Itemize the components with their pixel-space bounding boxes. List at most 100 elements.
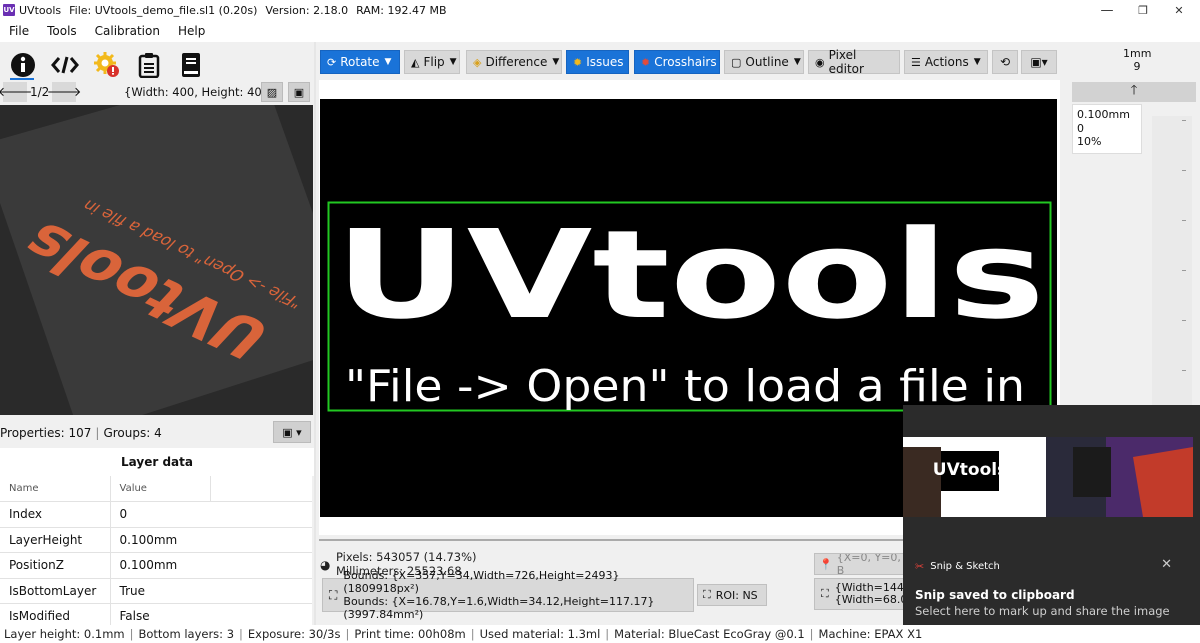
thumbnail-nav: 🡐 1/2 🡒 {Width: 400, Height: 400} ▨ ▣ [0, 80, 314, 104]
row-value: 0.100mm [110, 527, 312, 553]
arrow-right-icon: 🡒 [46, 85, 82, 100]
layer-toolbar: ⟳ Rotate ▼ ◭ Flip ▼ ◈ Difference ▼ ✹ Issues ✹ Cr… [318, 48, 1058, 76]
properties-save-dropdown[interactable]: ▣ ▾ [273, 421, 311, 443]
crosshairs-label: Crosshairs [654, 55, 717, 69]
rotate-label: Rotate [340, 55, 380, 69]
layer-index-value: 0 [1077, 121, 1084, 135]
clipboard-tab-icon[interactable] [134, 50, 164, 80]
table-row[interactable]: IsBottomLayer True [0, 578, 312, 604]
row-value: 0.100mm [110, 552, 312, 579]
chevron-down-icon: ▼ [449, 57, 457, 67]
log-tab-icon[interactable] [176, 50, 206, 80]
layer-percent-value: 10% [1077, 135, 1102, 148]
slider-tick [1182, 370, 1186, 371]
groups-count: Groups: 4 [103, 426, 162, 440]
refresh-button[interactable]: ⟲ [992, 50, 1018, 74]
export-thumbnail-button[interactable]: ▨ [261, 82, 283, 102]
status-separator: | [129, 627, 134, 641]
status-separator: | [809, 627, 814, 641]
layer-data-table: Name Value Index 0 LayerHeight 0.100mm Pos… [0, 476, 312, 630]
save-layer-dropdown[interactable]: ▣▾ [1021, 50, 1057, 74]
layer-big-text: UVtools [335, 204, 1045, 346]
save-icon: ▣ [293, 85, 305, 99]
column-header-value[interactable]: Value [110, 476, 211, 502]
save-icon: ▣ ▾ [282, 425, 302, 439]
refresh-icon: ⟲ [999, 55, 1011, 69]
menu-file[interactable]: File [0, 24, 38, 38]
slider-tick [1182, 170, 1186, 171]
issues-label: Issues [586, 55, 624, 69]
save-thumbnail-button[interactable]: ▣ [288, 82, 310, 102]
next-thumbnail-button[interactable]: 🡒 [47, 82, 81, 102]
pixel-count: Pixels: 543057 (14.73%) [336, 550, 477, 564]
pixel-editor-label: Pixel editor [828, 48, 864, 76]
snip-app-header: ✂ Snip & Sketch [915, 560, 1000, 573]
slider-tick [1182, 320, 1186, 321]
flip-dropdown[interactable]: ◭ Flip ▼ [404, 50, 460, 74]
flip-icon: ◭ [411, 55, 420, 69]
status-bottom-layers: Bottom layers: 3 [138, 627, 235, 641]
status-separator: | [345, 627, 350, 641]
row-name: PositionZ [0, 552, 111, 579]
app-title: UVtools [19, 3, 62, 17]
layers-icon: ◈ [473, 55, 482, 69]
menu-bar: File Tools Calibration Help [0, 20, 1200, 42]
pixel-editor-icon: ◉ [815, 55, 825, 69]
status-separator: | [605, 627, 610, 641]
snip-notification[interactable]: UVtools ✂ Snip & Sketch ✕ Snip saved to … [903, 405, 1200, 635]
menu-help[interactable]: Help [169, 24, 214, 38]
issues-tab-icon[interactable] [92, 50, 122, 80]
zoom-value: 9 [1133, 60, 1141, 73]
menu-calibration[interactable]: Calibration [86, 24, 169, 38]
menu-tools[interactable]: Tools [38, 24, 86, 38]
version-info: Version: 2.18.0 [265, 3, 349, 17]
minimize-button[interactable]: — [1088, 0, 1126, 20]
prev-thumbnail-button[interactable]: 🡐 [0, 82, 32, 102]
layer-up-button[interactable]: 🡑 [1072, 82, 1196, 102]
slider-tick [1182, 270, 1186, 271]
issues-toggle[interactable]: ✹ Issues [566, 50, 629, 74]
bounds-icon: ⛶ [821, 587, 829, 600]
coordinates-button[interactable]: 📍 {X=0, Y=0, B [814, 553, 904, 575]
pane-splitter[interactable] [314, 42, 316, 625]
difference-dropdown[interactable]: ◈ Difference ▼ [466, 50, 562, 74]
table-row[interactable]: LayerHeight 0.100mm [0, 527, 312, 553]
bounds-icon: ⛶ [329, 587, 338, 602]
chevron-down-icon: ▼ [552, 57, 560, 67]
actions-label: Actions [924, 55, 969, 69]
crosshairs-toggle[interactable]: ✹ Crosshairs [634, 50, 720, 74]
snip-preview-image: UVtools [903, 437, 1193, 517]
maximize-button[interactable]: ❐ [1124, 0, 1162, 20]
table-row[interactable]: PositionZ 0.100mm [0, 552, 312, 579]
roi-button[interactable]: ⛶ ROI: NS [697, 584, 767, 606]
row-name: IsBottomLayer [0, 578, 111, 604]
flip-label: Flip [423, 55, 445, 69]
outline-dropdown[interactable]: ▢ Outline ▼ [724, 50, 804, 74]
title-bar: UV UVtools File: UVtools_demo_file.sl1 (… [0, 0, 1200, 20]
table-header-row: Name Value [0, 476, 312, 502]
properties-panel: Properties: 107 | Groups: 4 ▣ ▾ Layer da… [0, 418, 314, 630]
outline-label: Outline [745, 55, 789, 69]
close-window-button[interactable]: ✕ [1160, 0, 1198, 20]
snip-title: Snip saved to clipboard [915, 588, 1075, 602]
map-pin-icon: 📍 [819, 557, 833, 571]
save-icon: ▣▾ [1030, 55, 1048, 69]
gcode-tab-icon[interactable] [50, 50, 80, 80]
rotate-dropdown[interactable]: ⟳ Rotate ▼ [320, 50, 400, 74]
column-header-name[interactable]: Name [0, 476, 111, 502]
table-row[interactable]: Index 0 [0, 501, 312, 528]
chevron-down-icon: ▼ [973, 57, 981, 67]
info-tab-icon[interactable] [8, 50, 38, 80]
uvtools-app-icon: UV [3, 4, 15, 16]
status-exposure: Exposure: 30/3s [247, 627, 341, 641]
size-button[interactable]: ⛶ {Width=1440 {Width=68.0 [814, 578, 904, 610]
close-notification-button[interactable]: ✕ [1161, 557, 1172, 572]
status-layer-height: Layer height: 0.1mm [4, 627, 125, 641]
layer-data-title: Layer data [0, 448, 314, 476]
pixel-editor-toggle[interactable]: ◉ Pixel editor [808, 48, 900, 76]
row-value: True [110, 578, 312, 604]
bounds-button[interactable]: ⛶ Bounds: {X=357,Y=34,Width=726,Height=2… [322, 569, 694, 621]
row-name: Index [0, 501, 111, 528]
actions-dropdown[interactable]: ☰ Actions ▼ [904, 50, 988, 74]
difference-label: Difference [485, 55, 548, 69]
